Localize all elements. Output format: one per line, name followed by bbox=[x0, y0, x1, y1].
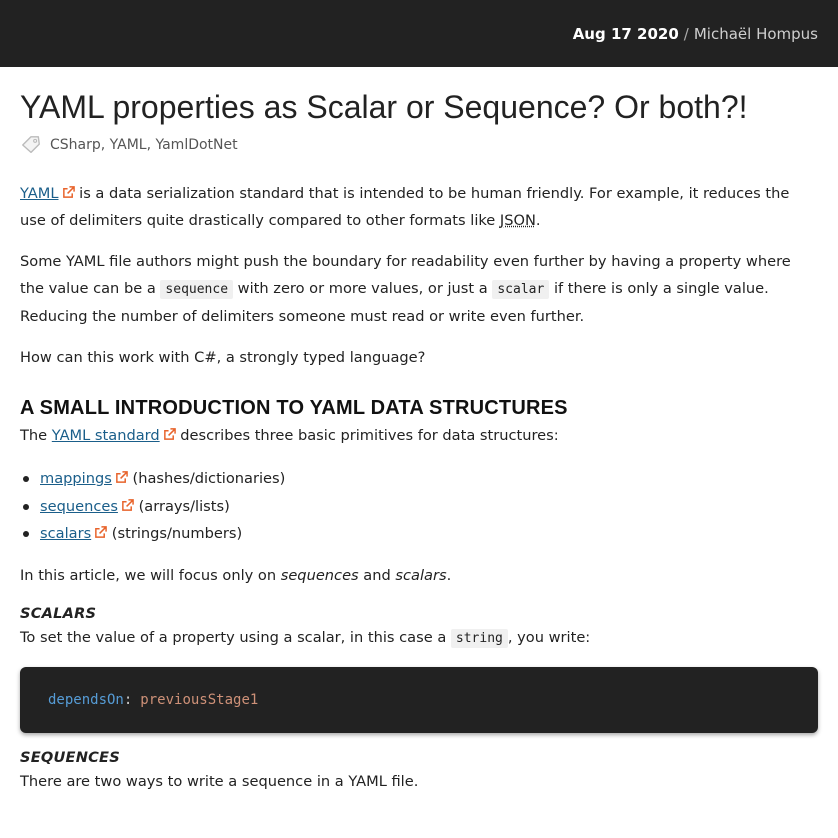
mappings-link[interactable]: mappings bbox=[40, 470, 112, 487]
external-link-icon bbox=[62, 186, 75, 198]
section-intro: The YAML standard describes three basic … bbox=[20, 427, 559, 444]
external-link-icon bbox=[163, 428, 176, 440]
section-heading: A SMALL INTRODUCTION TO YAML DATA STRUCT… bbox=[20, 397, 568, 419]
external-link-icon bbox=[95, 526, 107, 538]
readability-paragraph: Some YAML file authors might push the bo… bbox=[20, 253, 791, 325]
list-item: scalars (strings/numbers) bbox=[20, 520, 818, 548]
yaml-standard-link[interactable]: YAML standard bbox=[52, 427, 160, 444]
scalars-heading: SCALARS bbox=[20, 604, 97, 622]
external-link-icon bbox=[115, 471, 128, 483]
tags-text[interactable]: CSharp, YAML, YamlDotNet bbox=[50, 137, 238, 153]
scalars-paragraph: To set the value of a property using a s… bbox=[20, 628, 591, 648]
list-item: mappings (hashes/dictionaries) bbox=[20, 465, 818, 493]
inline-code-sequence: sequence bbox=[160, 280, 234, 299]
json-abbr: JSON bbox=[499, 212, 536, 229]
article: YAML properties as Scalar or Sequence? O… bbox=[0, 87, 838, 795]
top-bar: Aug 17 2020 / Michaël Hompus bbox=[0, 0, 838, 67]
question-paragraph: How can this work with C#, a strongly ty… bbox=[20, 349, 426, 366]
inline-code-string: string bbox=[450, 628, 508, 648]
author-link[interactable]: Michaël Hompus bbox=[694, 25, 818, 43]
scalars-link[interactable]: scalars bbox=[40, 525, 91, 542]
external-link-icon bbox=[122, 498, 134, 511]
primitives-list: mappings (hashes/dictionaries) sequences… bbox=[20, 465, 818, 548]
tag-list: CSharp, YAML, YamlDotNet bbox=[20, 134, 818, 156]
separator: / bbox=[683, 24, 689, 43]
focus-paragraph: In this article, we will focus only on s… bbox=[20, 566, 452, 584]
page-title: YAML properties as Scalar or Sequence? O… bbox=[20, 89, 748, 125]
intro-paragraph: YAML is a data serialization standard th… bbox=[20, 185, 790, 229]
post-date: Aug 17 2020 bbox=[572, 24, 679, 43]
code-block: dependsOn: previousStage1 bbox=[20, 666, 818, 733]
yaml-link[interactable]: YAML bbox=[20, 185, 59, 202]
sequences-heading: SEQUENCES bbox=[20, 748, 120, 766]
list-item: sequences (arrays/lists) bbox=[20, 493, 818, 521]
sequences-paragraph: There are two ways to write a sequence i… bbox=[20, 772, 419, 790]
code-key: dependsOn bbox=[48, 691, 124, 708]
tag-icon bbox=[22, 136, 40, 154]
inline-code-scalar: scalar bbox=[492, 280, 550, 299]
code-value: previousStage1 bbox=[140, 691, 259, 708]
sequences-link[interactable]: sequences bbox=[40, 498, 118, 515]
